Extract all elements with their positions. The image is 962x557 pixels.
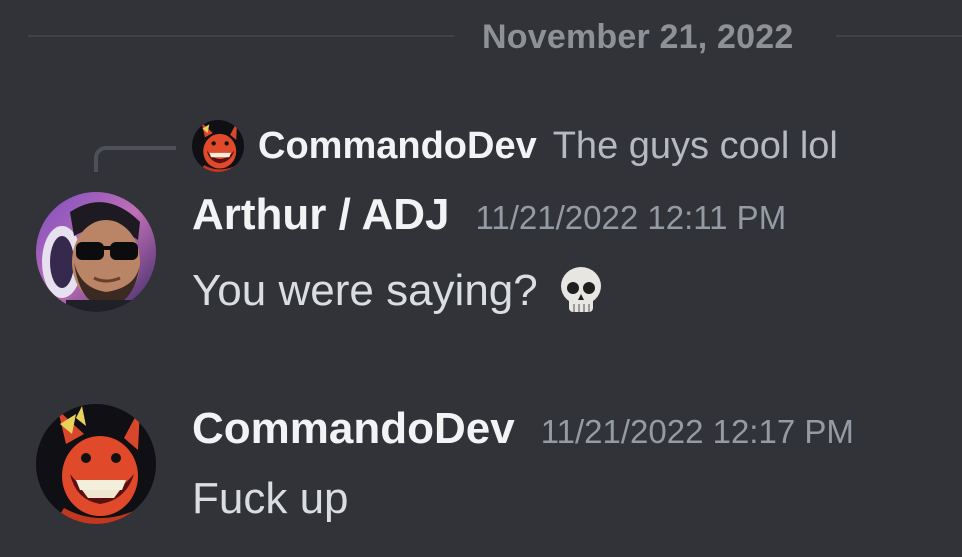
- skull-emoji-icon: [554, 264, 608, 318]
- divider-line-left: [28, 35, 454, 37]
- message-content: Fuck up: [192, 474, 349, 524]
- message-header: CommandoDev 11/21/2022 12:17 PM: [192, 404, 854, 454]
- demon-avatar-icon[interactable]: [192, 120, 244, 172]
- message-timestamp: 11/21/2022 12:11 PM: [475, 199, 787, 236]
- message-author[interactable]: CommandoDev: [192, 404, 515, 454]
- man-sunglasses-avatar-icon[interactable]: [36, 192, 156, 312]
- reply-text[interactable]: The guys cool lol: [553, 125, 838, 168]
- reply-spine: [94, 146, 176, 172]
- message-text: You were saying?: [192, 266, 538, 315]
- demon-avatar-icon[interactable]: [36, 404, 156, 524]
- divider-line-right: [836, 35, 962, 37]
- message-header: Arthur / ADJ 11/21/2022 12:11 PM: [192, 190, 786, 240]
- message-content: You were saying?: [192, 264, 608, 318]
- reply-author[interactable]: CommandoDev: [258, 125, 537, 168]
- reply-reference[interactable]: CommandoDev The guys cool lol: [192, 120, 838, 172]
- message-author[interactable]: Arthur / ADJ: [192, 190, 450, 240]
- message-text: Fuck up: [192, 474, 349, 523]
- divider-date: November 21, 2022: [482, 18, 794, 56]
- message-timestamp: 11/21/2022 12:17 PM: [540, 413, 854, 450]
- date-divider: November 21, 2022: [0, 14, 962, 58]
